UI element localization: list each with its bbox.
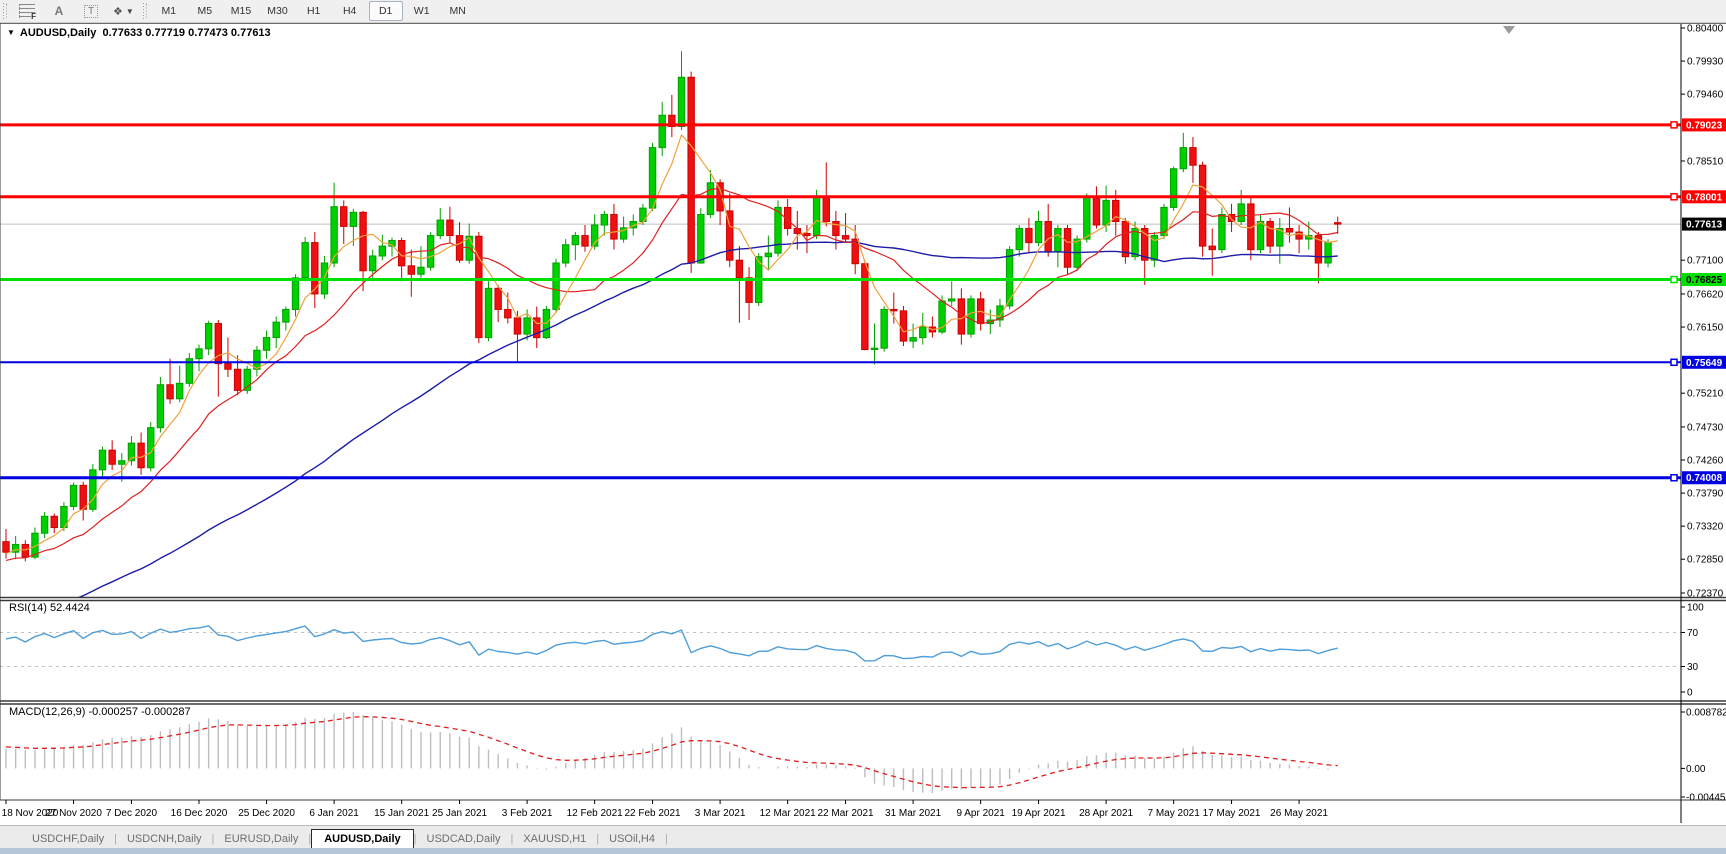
chart-tab-usdchf[interactable]: USDCHF,Daily — [22, 830, 114, 849]
text-label-button[interactable]: A — [44, 1, 74, 21]
symbol-period-label: AUDUSD,Daily — [20, 27, 96, 39]
svg-text:7 Dec 2020: 7 Dec 2020 — [106, 808, 158, 819]
svg-text:3 Feb 2021: 3 Feb 2021 — [502, 808, 553, 819]
svg-text:0.75649: 0.75649 — [1686, 358, 1723, 369]
chart-tab-audusd[interactable]: AUDUSD,Daily — [311, 829, 413, 850]
svg-text:12 Feb 2021: 12 Feb 2021 — [567, 808, 624, 819]
arrow-tools-button[interactable]: ❖ ▼ — [108, 1, 139, 21]
svg-text:0.74260: 0.74260 — [1687, 456, 1724, 467]
chart-menu-arrow-icon[interactable]: ▼ — [7, 28, 15, 37]
svg-text:0: 0 — [1687, 688, 1693, 699]
svg-text:0.77613: 0.77613 — [1686, 220, 1723, 231]
timeframe-button-H1[interactable]: H1 — [297, 1, 331, 21]
timeframe-button-H4[interactable]: H4 — [333, 1, 367, 21]
chart-title: ▼ AUDUSD,Daily 0.77633 0.77719 0.77473 0.… — [7, 27, 271, 39]
chart-tab-eurusd[interactable]: EURUSD,Daily — [214, 830, 308, 849]
svg-text:15 Jan 2021: 15 Jan 2021 — [374, 808, 429, 819]
svg-text:6 Jan 2021: 6 Jan 2021 — [309, 808, 359, 819]
timeframe-button-MN[interactable]: MN — [441, 1, 475, 21]
svg-text:0.79930: 0.79930 — [1687, 57, 1724, 68]
timeframe-button-D1[interactable]: D1 — [369, 1, 403, 21]
svg-text:0.80400: 0.80400 — [1687, 24, 1724, 35]
timeframe-toolbar: M1M5M15M30H1H4D1W1MN — [151, 1, 476, 21]
svg-text:70: 70 — [1687, 628, 1699, 639]
chart-background — [0, 22, 1726, 826]
indicators-grid-f-icon[interactable]: F — [12, 1, 42, 21]
svg-text:0.72370: 0.72370 — [1687, 589, 1724, 600]
svg-text:30: 30 — [1687, 662, 1699, 673]
svg-text:12 Mar 2021: 12 Mar 2021 — [760, 808, 817, 819]
svg-text:0.77100: 0.77100 — [1687, 256, 1724, 267]
ohlc-values: 0.77633 0.77719 0.77473 0.77613 — [102, 27, 270, 39]
svg-text:-0.004451: -0.004451 — [1686, 793, 1726, 804]
timeframe-button-M1[interactable]: M1 — [152, 1, 186, 21]
chart-tab-usdcnh[interactable]: USDCNH,Daily — [117, 830, 212, 849]
timeframe-button-M15[interactable]: M15 — [224, 1, 258, 21]
svg-text:0.73320: 0.73320 — [1687, 522, 1724, 533]
bottom-strip — [0, 848, 1726, 854]
chevron-down-icon: ▼ — [126, 7, 134, 16]
svg-text:0.74730: 0.74730 — [1687, 422, 1724, 433]
toolbar-grip[interactable] — [3, 3, 8, 19]
svg-text:0.79460: 0.79460 — [1687, 90, 1724, 101]
svg-text:22 Feb 2021: 22 Feb 2021 — [624, 808, 681, 819]
svg-text:0.76825: 0.76825 — [1686, 275, 1723, 286]
timeframe-button-M5[interactable]: M5 — [188, 1, 222, 21]
svg-text:25 Dec 2020: 25 Dec 2020 — [238, 808, 295, 819]
svg-text:31 Mar 2021: 31 Mar 2021 — [885, 808, 942, 819]
letter-t-icon: T — [84, 5, 98, 18]
text-box-button[interactable]: T — [76, 1, 106, 21]
rsi-indicator-label: RSI(14) 52.4424 — [9, 602, 90, 614]
toolbar: F A T ❖ ▼ M1M5M15M30H1H4D1W1MN — [0, 0, 1726, 23]
timeframe-button-W1[interactable]: W1 — [405, 1, 439, 21]
svg-text:9 Apr 2021: 9 Apr 2021 — [956, 808, 1005, 819]
svg-text:22 Mar 2021: 22 Mar 2021 — [817, 808, 874, 819]
svg-text:0.75210: 0.75210 — [1687, 389, 1724, 400]
svg-text:0.00: 0.00 — [1686, 764, 1706, 775]
svg-text:0.78001: 0.78001 — [1686, 192, 1723, 203]
grid-f-icon: F — [19, 4, 35, 18]
svg-text:0.73790: 0.73790 — [1687, 489, 1724, 500]
chart-tab-usdcad[interactable]: USDCAD,Daily — [417, 830, 511, 849]
svg-text:17 May 2021: 17 May 2021 — [1203, 808, 1261, 819]
svg-text:0.76150: 0.76150 — [1687, 323, 1724, 334]
svg-text:25 Jan 2021: 25 Jan 2021 — [432, 808, 487, 819]
chart-tab-usoil[interactable]: USOil,H4 — [599, 830, 665, 849]
chart-tab-bar: USDCHF,Daily|USDCNH,Daily|EURUSD,Daily|A… — [0, 825, 1726, 849]
svg-text:0.72850: 0.72850 — [1687, 555, 1724, 566]
svg-text:0.76620: 0.76620 — [1687, 289, 1724, 300]
chart-tab-xauusd[interactable]: XAUUSD,H1 — [513, 830, 596, 849]
svg-text:0.74008: 0.74008 — [1686, 473, 1723, 484]
mt4-chart-window: F A T ❖ ▼ M1M5M15M30H1H4D1W1MN 0.804000.… — [0, 0, 1726, 854]
toolbar-grip-2[interactable] — [143, 3, 148, 19]
svg-text:7 May 2021: 7 May 2021 — [1148, 808, 1201, 819]
svg-text:16 Dec 2020: 16 Dec 2020 — [171, 808, 228, 819]
svg-text:28 Apr 2021: 28 Apr 2021 — [1079, 808, 1133, 819]
svg-text:0.79023: 0.79023 — [1686, 120, 1723, 131]
chart-canvas[interactable]: 0.80400 0.79930 0.79460 0.78510 0.77100 0.766… — [0, 0, 1726, 826]
svg-text:27 Nov 2020: 27 Nov 2020 — [45, 808, 102, 819]
macd-indicator-label: MACD(12,26,9) -0.000257 -0.000287 — [9, 706, 191, 718]
svg-text:100: 100 — [1687, 603, 1704, 614]
svg-text:26 May 2021: 26 May 2021 — [1270, 808, 1328, 819]
svg-text:0.78510: 0.78510 — [1687, 156, 1724, 167]
svg-text:19 Apr 2021: 19 Apr 2021 — [1012, 808, 1066, 819]
tab-separator: | — [665, 833, 668, 849]
arrows-icon: ❖ — [113, 5, 123, 18]
letter-a-icon: A — [55, 4, 64, 18]
svg-text:3 Mar 2021: 3 Mar 2021 — [695, 808, 746, 819]
timeframe-button-M30[interactable]: M30 — [260, 1, 294, 21]
svg-text:0.008782: 0.008782 — [1686, 708, 1726, 719]
